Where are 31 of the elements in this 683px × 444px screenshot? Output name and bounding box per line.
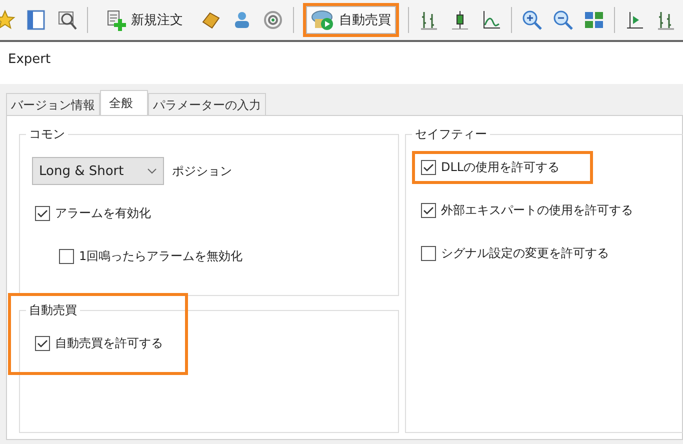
bar-chart-icon[interactable] bbox=[655, 9, 677, 31]
document-plus-icon bbox=[105, 9, 127, 31]
zoom-in-icon[interactable] bbox=[521, 9, 543, 31]
field-label: ポジション bbox=[172, 162, 232, 180]
cloud-play-icon bbox=[311, 9, 335, 31]
star-icon[interactable] bbox=[0, 9, 16, 31]
window-title: Expert bbox=[7, 51, 52, 69]
check-icon bbox=[37, 339, 48, 348]
tab[interactable]: バージョン情報 bbox=[6, 93, 100, 115]
candle-chart-icon[interactable] bbox=[449, 9, 471, 31]
chevron-down-icon bbox=[147, 168, 157, 174]
chart-magnifier-icon[interactable] bbox=[56, 9, 78, 31]
checkbox[interactable]: 外部エキスパートの使用を許可する bbox=[412, 194, 666, 227]
bar-chart-icon[interactable] bbox=[418, 9, 440, 31]
checkbox[interactable]: DLLの使用を許可する bbox=[412, 151, 593, 184]
check-icon bbox=[37, 209, 48, 218]
checkbox[interactable]: アラームを有効化 bbox=[26, 197, 184, 230]
tiles-icon[interactable] bbox=[583, 9, 605, 31]
checkbox[interactable]: 1回鳴ったらアラームを無効化 bbox=[50, 240, 276, 273]
checkbox[interactable]: 自動売買を許可する bbox=[26, 327, 196, 360]
auto-trading-button[interactable]: 自動売買 bbox=[303, 3, 399, 37]
checkbox[interactable]: シグナル設定の変更を許可する bbox=[412, 237, 642, 270]
check-icon bbox=[423, 163, 434, 172]
tab[interactable]: パラメーターの入力 bbox=[148, 93, 266, 115]
window-list-icon[interactable] bbox=[25, 9, 47, 31]
check-icon bbox=[423, 206, 434, 215]
position-dropdown[interactable]: Long & Short bbox=[32, 157, 164, 185]
zoom-out-icon[interactable] bbox=[552, 9, 574, 31]
tab[interactable]: 全般 bbox=[100, 90, 148, 115]
play-chart-icon[interactable] bbox=[624, 9, 646, 31]
new-order-button[interactable]: 新規注文 bbox=[97, 3, 191, 37]
